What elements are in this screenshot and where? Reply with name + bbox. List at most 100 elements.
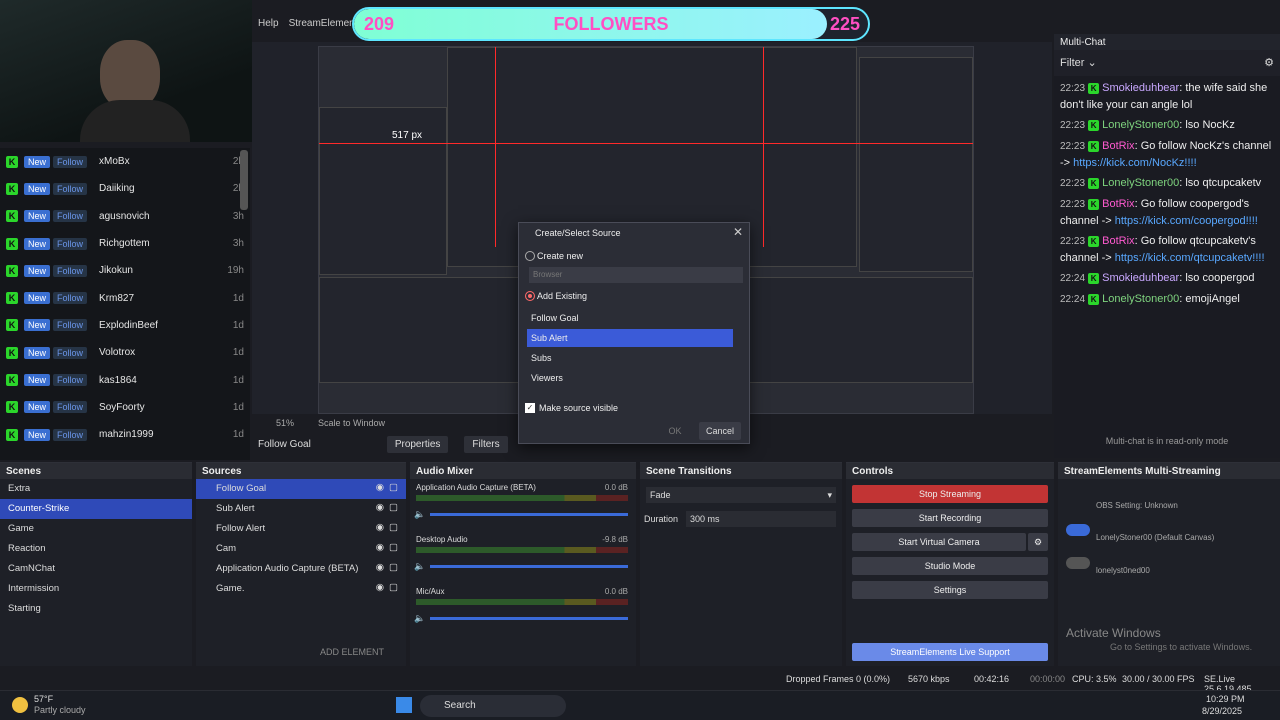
source-item[interactable]: Game. ◉ ▢: [196, 579, 406, 599]
source-item[interactable]: Follow Goal ◉ ▢: [196, 479, 406, 499]
gear-icon[interactable]: ⚙: [1264, 56, 1274, 69]
source-item[interactable]: Cam ◉ ▢: [196, 539, 406, 559]
dropped-frames: Dropped Frames 0 (0.0%): [786, 674, 891, 684]
gear-icon[interactable]: ⚙: [1028, 533, 1048, 551]
mixer-channel-db: 0.0 dB: [604, 587, 628, 596]
speaker-icon[interactable]: 🔈: [414, 509, 425, 520]
chat-message: 22:24 K LonelyStoner00: emojiAngel: [1060, 293, 1240, 305]
lock-icon[interactable]: ▢: [389, 482, 398, 493]
speaker-icon[interactable]: 🔈: [414, 613, 425, 624]
existing-source-option[interactable]: Follow Goal: [527, 309, 733, 327]
new-badge: New: [24, 182, 51, 195]
volume-slider[interactable]: [430, 513, 628, 516]
source-toolbar: Follow Goal Properties Filters: [252, 434, 752, 454]
message-user[interactable]: LonelyStoner00: [1102, 177, 1179, 189]
multichat-filter[interactable]: Filter ⌄ ⚙: [1054, 50, 1280, 76]
mixer-channel-name: Application Audio Capture (BETA): [416, 483, 536, 492]
message-user[interactable]: LonelyStoner00: [1102, 119, 1179, 131]
add-existing-radio[interactable]: [525, 291, 535, 301]
eye-icon[interactable]: ◉: [376, 582, 384, 593]
message-user[interactable]: BotRix: [1102, 198, 1134, 210]
message-link[interactable]: https://kick.com/NocKz!!!!: [1073, 157, 1196, 169]
selected-source-name: Follow Goal: [258, 438, 311, 450]
follow-list-scrollbar[interactable]: [240, 150, 248, 210]
clock-date: 8/29/2025: [1202, 706, 1243, 716]
message-user[interactable]: BotRix: [1102, 140, 1134, 152]
follow-badge: Follow: [53, 292, 88, 305]
source-item[interactable]: Application Audio Capture (BETA) ◉ ▢: [196, 559, 406, 579]
eye-icon[interactable]: ◉: [376, 562, 384, 573]
scene-item[interactable]: Extra: [0, 479, 192, 499]
windows-start-icon[interactable]: [396, 697, 412, 713]
settings-button[interactable]: Settings: [852, 581, 1048, 599]
follow-row: K New Follow SoyFoorty 1d: [0, 394, 250, 421]
message-user[interactable]: BotRix: [1102, 235, 1134, 247]
filters-button[interactable]: Filters: [464, 435, 508, 453]
stop-streaming-button[interactable]: Stop Streaming: [852, 485, 1048, 503]
kick-icon: K: [1088, 199, 1100, 210]
message-user[interactable]: Smokieduhbear: [1102, 82, 1179, 94]
kick-icon: K: [1088, 120, 1100, 131]
toggle-twitch[interactable]: [1066, 557, 1090, 569]
follow-row: K New Follow agusnovich 3h: [0, 203, 250, 230]
close-icon[interactable]: ✕: [733, 225, 743, 239]
speaker-icon[interactable]: 🔈: [414, 561, 425, 572]
follow-time: 3h: [232, 210, 244, 222]
follower-goal-banner: 209 FOLLOWERS 225: [352, 7, 870, 41]
taskbar-search[interactable]: Search: [420, 695, 566, 717]
message-user[interactable]: LonelyStoner00: [1102, 293, 1179, 305]
properties-button[interactable]: Properties: [386, 435, 449, 453]
eye-icon[interactable]: ◉: [376, 542, 384, 553]
create-new-radio[interactable]: [525, 251, 535, 261]
make-visible-checkbox[interactable]: ✓: [525, 403, 535, 413]
add-element-button[interactable]: ADD ELEMENT: [320, 647, 384, 657]
source-name-input[interactable]: Browser: [529, 267, 743, 283]
menu-help[interactable]: Help: [258, 18, 279, 29]
message-text: lso coopergod: [1185, 272, 1255, 284]
existing-source-option-selected[interactable]: Sub Alert: [527, 329, 733, 347]
search-label: Search: [444, 700, 476, 711]
lock-icon[interactable]: ▢: [389, 542, 398, 553]
scene-item[interactable]: CamNChat: [0, 559, 192, 579]
lock-icon[interactable]: ▢: [389, 502, 398, 513]
message-time: 22:23: [1060, 178, 1086, 189]
source-item[interactable]: Follow Alert ◉ ▢: [196, 519, 406, 539]
start-recording-button[interactable]: Start Recording: [852, 509, 1048, 527]
message-time: 22:24: [1060, 294, 1086, 305]
eye-icon[interactable]: ◉: [376, 482, 384, 493]
lock-icon[interactable]: ▢: [389, 582, 398, 593]
lock-icon[interactable]: ▢: [389, 522, 398, 533]
live-support-button[interactable]: StreamElements Live Support: [852, 643, 1048, 661]
message-link[interactable]: https://kick.com/qtcupcaketv!!!!: [1115, 252, 1265, 264]
lock-icon[interactable]: ▢: [389, 562, 398, 573]
scene-item[interactable]: Intermission: [0, 579, 192, 599]
volume-slider[interactable]: [430, 565, 628, 568]
eye-icon[interactable]: ◉: [376, 522, 384, 533]
toggle-kick[interactable]: [1066, 524, 1090, 536]
message-user[interactable]: Smokieduhbear: [1102, 272, 1179, 284]
existing-source-option[interactable]: Subs: [527, 349, 733, 367]
follow-time: 1d: [232, 319, 244, 331]
studio-mode-button[interactable]: Studio Mode: [852, 557, 1048, 575]
volume-slider[interactable]: [430, 617, 628, 620]
scene-item[interactable]: Counter-Strike: [0, 499, 192, 519]
create-new-label: Create new: [537, 251, 584, 261]
start-virtual-camera-button[interactable]: Start Virtual Camera: [852, 533, 1026, 551]
source-item[interactable]: Sub Alert ◉ ▢: [196, 499, 406, 519]
scene-item[interactable]: Game: [0, 519, 192, 539]
follow-row: K New Follow mahzin1999 1d: [0, 421, 250, 448]
mixer-channel-db: 0.0 dB: [604, 483, 628, 492]
multichat-footer: Multi-chat is in read-only mode: [1105, 436, 1229, 446]
transition-select[interactable]: Fade ▾: [646, 487, 836, 503]
scene-item[interactable]: Reaction: [0, 539, 192, 559]
preview-scale-dropdown[interactable]: Scale to Window: [318, 418, 385, 428]
kick-icon: K: [1088, 294, 1100, 305]
kick-icon: K: [1088, 141, 1100, 152]
message-link[interactable]: https://kick.com/coopergod!!!!: [1115, 215, 1258, 227]
chat-messages: 22:23 K Smokieduhbear: the wife said she…: [1054, 80, 1280, 308]
filter-label: Filter: [1060, 57, 1085, 69]
existing-source-option[interactable]: Viewers: [527, 369, 733, 387]
scene-item[interactable]: Starting: [0, 599, 192, 619]
eye-icon[interactable]: ◉: [376, 502, 384, 513]
duration-input[interactable]: 300 ms: [686, 511, 836, 527]
